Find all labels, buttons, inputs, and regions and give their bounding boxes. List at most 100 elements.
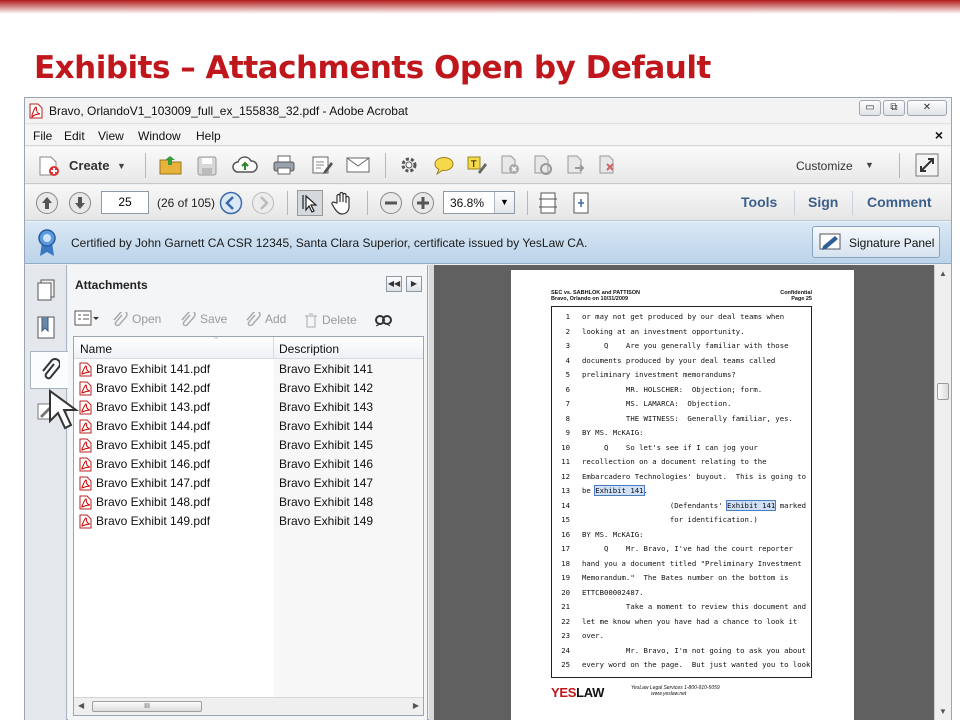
- create-menu-label[interactable]: Create: [69, 158, 109, 173]
- combine-files-icon[interactable]: [597, 154, 619, 176]
- print-icon[interactable]: [272, 154, 296, 176]
- menu-edit[interactable]: Edit: [64, 129, 85, 143]
- attachment-description: Bravo Exhibit 148: [279, 495, 374, 509]
- open-attachment-button[interactable]: Open: [112, 312, 161, 326]
- attachment-row[interactable]: Bravo Exhibit 149.pdf Bravo Exhibit 149: [74, 512, 423, 531]
- signature-panel-button[interactable]: Signature Panel: [812, 226, 940, 258]
- save-icon[interactable]: [196, 155, 218, 177]
- signature-pen-icon: [819, 232, 843, 252]
- line-number: 17: [561, 544, 570, 553]
- scroll-up-icon[interactable]: ▲: [939, 269, 947, 278]
- attachments-table: Name ^ Description Bravo Exhibit 141.pdf…: [73, 335, 424, 716]
- create-pdf-icon[interactable]: [37, 155, 61, 177]
- line-number: 10: [561, 442, 570, 452]
- column-header-description[interactable]: Description: [279, 342, 339, 356]
- attachment-row[interactable]: Bravo Exhibit 142.pdf Bravo Exhibit 142: [74, 379, 423, 398]
- exhibit-link[interactable]: Exhibit 141: [594, 485, 645, 496]
- add-attachment-button[interactable]: Add: [245, 312, 286, 326]
- fit-width-icon[interactable]: [570, 191, 592, 215]
- tab-sign[interactable]: Sign: [808, 194, 838, 210]
- expand-panel-icon[interactable]: ▶: [406, 276, 422, 292]
- customize-menu[interactable]: Customize: [796, 159, 853, 173]
- line-text: BY MS. McKAIG:: [582, 428, 644, 437]
- exhibit-link[interactable]: Exhibit 141: [725, 499, 777, 511]
- email-icon[interactable]: [345, 155, 371, 175]
- open-folder-icon[interactable]: [158, 153, 184, 177]
- scroll-down-icon[interactable]: ▼: [939, 707, 947, 716]
- line-text: (Defendants' Exhibit 141 marked: [582, 499, 807, 511]
- horizontal-scrollbar[interactable]: ◀ III ▶: [74, 697, 423, 715]
- cloud-upload-icon[interactable]: [232, 154, 258, 176]
- previous-view-icon[interactable]: [219, 191, 243, 215]
- navigation-toolbar: 25 (26 of 105) 36.8% ▼ Tools Sign Commen…: [25, 185, 951, 221]
- attachment-row[interactable]: Bravo Exhibit 141.pdf Bravo Exhibit 141: [74, 360, 423, 379]
- close-window-button[interactable]: ✕: [907, 100, 947, 116]
- attachment-row[interactable]: Bravo Exhibit 146.pdf Bravo Exhibit 146: [74, 455, 423, 474]
- minimize-button[interactable]: ▭: [859, 100, 881, 116]
- highlight-text-icon[interactable]: T: [466, 154, 488, 176]
- zoom-in-icon[interactable]: [411, 191, 435, 215]
- security-document-icon[interactable]: [532, 154, 554, 176]
- next-page-icon[interactable]: [68, 191, 92, 215]
- line-number: 20: [561, 587, 570, 597]
- settings-gear-icon[interactable]: [399, 155, 419, 175]
- attachment-name: Bravo Exhibit 149.pdf: [96, 514, 211, 528]
- hand-tool-icon[interactable]: [331, 191, 353, 215]
- transcript-line: 1 or may not get produced by our deal tea…: [552, 312, 813, 327]
- comment-bubble-icon[interactable]: [433, 155, 455, 175]
- edit-document-icon[interactable]: [310, 154, 334, 176]
- attachment-row[interactable]: Bravo Exhibit 145.pdf Bravo Exhibit 145: [74, 436, 423, 455]
- transcript-line: 5 preliminary investment memorandums?: [552, 370, 813, 385]
- select-tool-icon[interactable]: [297, 190, 323, 216]
- attachment-description: Bravo Exhibit 145: [279, 438, 374, 452]
- attachment-row[interactable]: Bravo Exhibit 148.pdf Bravo Exhibit 148: [74, 493, 423, 512]
- line-number: 4: [565, 355, 570, 365]
- close-document-button[interactable]: ×: [935, 127, 943, 143]
- attachment-row[interactable]: Bravo Exhibit 143.pdf Bravo Exhibit 143: [74, 398, 423, 417]
- customize-chevron-down-icon[interactable]: ▼: [865, 160, 874, 170]
- restore-button[interactable]: ⧉: [883, 100, 905, 116]
- column-header-name[interactable]: Name: [80, 342, 112, 356]
- vertical-scroll-thumb[interactable]: [937, 383, 949, 400]
- line-text: looking at an investment opportunity.: [582, 326, 745, 336]
- delete-attachment-button[interactable]: Delete: [304, 312, 357, 328]
- fit-page-icon[interactable]: [537, 191, 559, 215]
- tab-comment[interactable]: Comment: [867, 194, 932, 210]
- transcript-line: 22 let me know when you have had a chance…: [552, 617, 813, 632]
- menu-window[interactable]: Window: [138, 129, 181, 143]
- zoom-out-icon[interactable]: [379, 191, 403, 215]
- page-thumbnails-icon[interactable]: [29, 271, 63, 309]
- transcript-line: 21 Take a moment to review this document…: [552, 602, 813, 617]
- line-number: 13: [561, 486, 570, 495]
- menu-view[interactable]: View: [98, 129, 124, 143]
- remove-document-icon[interactable]: [499, 154, 521, 176]
- attachments-paperclip-icon[interactable]: [30, 351, 68, 389]
- document-view[interactable]: SEC vs. SABHLOK and PATTISON Bravo, Orla…: [434, 265, 934, 720]
- attachment-row[interactable]: Bravo Exhibit 147.pdf Bravo Exhibit 147: [74, 474, 423, 493]
- export-document-icon[interactable]: [565, 154, 587, 176]
- save-attachment-button[interactable]: Save: [180, 312, 227, 326]
- vertical-scrollbar[interactable]: ▲ ▼: [934, 265, 951, 720]
- transcript-line: 23 over.: [552, 631, 813, 646]
- scroll-left-icon[interactable]: ◀: [78, 701, 84, 710]
- menu-help[interactable]: Help: [196, 129, 221, 143]
- page-footer: YESLAW YesLaw Legal Services 1-800-910-5…: [551, 683, 812, 703]
- options-menu-icon[interactable]: [74, 309, 100, 327]
- zoom-chevron-down-icon[interactable]: ▼: [494, 192, 514, 213]
- tab-tools[interactable]: Tools: [741, 194, 777, 210]
- line-text: Q Are you generally familiar with those: [582, 341, 789, 350]
- menu-file[interactable]: File: [33, 129, 52, 143]
- zoom-level-select[interactable]: 36.8% ▼: [443, 191, 515, 214]
- collapse-panel-icon[interactable]: ◀◀: [386, 276, 402, 292]
- horizontal-scroll-thumb[interactable]: III: [92, 701, 202, 712]
- next-view-icon[interactable]: [251, 191, 275, 215]
- attachment-row[interactable]: Bravo Exhibit 144.pdf Bravo Exhibit 144: [74, 417, 423, 436]
- transcript-line: 9 BY MS. McKAIG:: [552, 428, 813, 443]
- search-attachments-icon[interactable]: [374, 312, 392, 328]
- fullscreen-expand-icon[interactable]: [915, 153, 939, 177]
- scroll-right-icon[interactable]: ▶: [413, 701, 419, 710]
- page-number-input[interactable]: 25: [101, 191, 149, 214]
- previous-page-icon[interactable]: [35, 191, 59, 215]
- create-chevron-down-icon[interactable]: ▼: [117, 161, 126, 171]
- bookmarks-icon[interactable]: [29, 309, 63, 347]
